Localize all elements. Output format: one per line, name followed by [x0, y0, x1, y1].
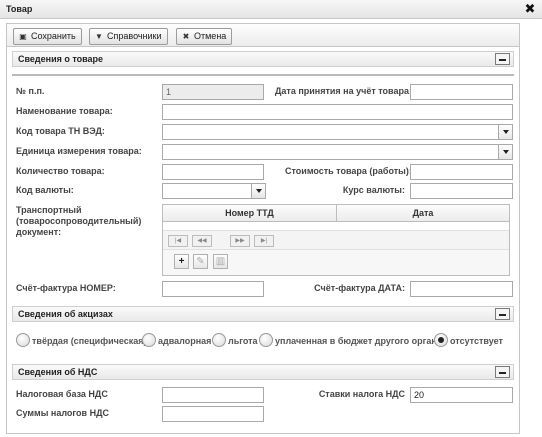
transport-doc-label: Транспортный (товаросопроводительный) до…: [16, 205, 142, 237]
tax-sum-field[interactable]: [162, 406, 264, 422]
collapse-icon[interactable]: [495, 308, 510, 320]
quantity-field[interactable]: [162, 164, 264, 180]
edit-icon[interactable]: ✎: [193, 254, 208, 269]
tax-sum-label: Суммы налогов НДС: [16, 408, 109, 418]
save-icon: ▣: [19, 32, 27, 41]
section-excise-title: Сведения об акцизах: [18, 309, 113, 319]
tax-base-field[interactable]: [162, 387, 264, 403]
radio-label: льгота: [228, 336, 258, 346]
section-vat-title: Сведения об НДС: [18, 367, 98, 377]
radio-icon[interactable]: [16, 333, 30, 347]
tnved-code-label: Код товара ТН ВЭД:: [16, 126, 105, 136]
section-goods-title: Сведения о товаре: [18, 54, 104, 64]
close-icon[interactable]: ✖: [524, 2, 536, 16]
radio-label: отсутствует: [450, 336, 503, 346]
goods-name-field[interactable]: [162, 104, 513, 120]
grid-pager: |◀ ◀◀ ▶▶ ▶|: [163, 230, 509, 250]
chevron-down-icon[interactable]: [498, 125, 512, 139]
cost-label: Стоимость товара (работы):: [285, 166, 412, 176]
column-header-date[interactable]: Дата: [337, 208, 509, 218]
cancel-button[interactable]: ✖ Отмена: [176, 28, 233, 45]
dropdown-arrow-icon: ▼: [95, 32, 103, 41]
radio-icon[interactable]: [142, 333, 156, 347]
window-titlebar: Товар ✖: [0, 0, 542, 19]
cancel-icon: ✖: [182, 32, 190, 41]
row-number-field: [162, 84, 264, 100]
invoice-date-field[interactable]: [410, 281, 513, 297]
chevron-down-icon[interactable]: [251, 184, 265, 198]
section-goods-header: Сведения о товаре: [12, 51, 514, 67]
currency-code-label: Код валюты:: [16, 185, 74, 195]
invoice-number-field[interactable]: [162, 281, 264, 297]
tax-rate-field[interactable]: [410, 387, 513, 403]
save-button[interactable]: ▣ Сохранить: [13, 28, 82, 45]
exchange-rate-field[interactable]: [410, 183, 513, 199]
add-icon[interactable]: +: [174, 254, 189, 269]
unit-select[interactable]: [162, 144, 513, 160]
radio-label: адвалорная: [158, 336, 212, 346]
first-page-icon[interactable]: |◀: [168, 235, 188, 247]
last-page-icon[interactable]: ▶|: [254, 235, 274, 247]
save-button-label: Сохранить: [31, 31, 76, 41]
grid-actions: + ✎ ▥: [163, 250, 509, 275]
quantity-label: Количество товара:: [16, 166, 105, 176]
delete-icon[interactable]: ▥: [213, 254, 228, 269]
radio-icon[interactable]: [259, 333, 273, 347]
divider: [12, 74, 514, 76]
radio-label: твёрдая (специфическая): [32, 336, 147, 346]
chevron-down-icon[interactable]: [498, 145, 512, 159]
unit-label: Единица измерения товара:: [16, 146, 142, 156]
tax-base-label: Налоговая база НДС: [16, 389, 108, 399]
exchange-rate-label: Курс валюты:: [342, 185, 405, 195]
collapse-icon[interactable]: [495, 53, 510, 65]
section-excise-header: Сведения об акцизах: [12, 306, 514, 322]
goods-name-label: Наменование товара:: [16, 106, 113, 116]
directories-button-label: Справочники: [107, 31, 162, 41]
next-page-icon[interactable]: ▶▶: [230, 235, 250, 247]
tax-rate-label: Ставки налога НДС: [318, 389, 405, 399]
toolbar: ▣ Сохранить ▼ Справочники ✖ Отмена: [6, 23, 520, 47]
accounting-date-field[interactable]: [410, 84, 513, 100]
radio-icon[interactable]: [212, 333, 226, 347]
accounting-date-label: Дата принятия на учёт товара:: [275, 86, 412, 96]
grid-header: Номер ТТД Дата: [163, 205, 509, 222]
section-vat-header: Сведения об НДС: [12, 364, 514, 380]
column-header-ttd-number[interactable]: Номер ТТД: [163, 208, 336, 218]
invoice-date-label: Счёт-фактура ДАТА:: [314, 283, 405, 293]
window-title: Товар: [6, 4, 33, 14]
currency-code-select[interactable]: [162, 183, 266, 199]
radio-selected-icon[interactable]: [434, 333, 448, 347]
tnved-code-select[interactable]: [162, 124, 513, 140]
ttd-grid: Номер ТТД Дата |◀ ◀◀ ▶▶ ▶| + ✎ ▥: [162, 204, 510, 276]
directories-button[interactable]: ▼ Справочники: [89, 28, 168, 45]
cancel-button-label: Отмена: [194, 31, 227, 41]
prev-page-icon[interactable]: ◀◀: [192, 235, 212, 247]
radio-label: уплаченная в бюджет другого органа: [275, 336, 442, 346]
collapse-icon[interactable]: [495, 366, 510, 378]
cost-field[interactable]: [410, 164, 513, 180]
row-number-label: № п.п.: [16, 86, 45, 96]
invoice-number-label: Счёт-фактура НОМЕР:: [16, 283, 116, 293]
